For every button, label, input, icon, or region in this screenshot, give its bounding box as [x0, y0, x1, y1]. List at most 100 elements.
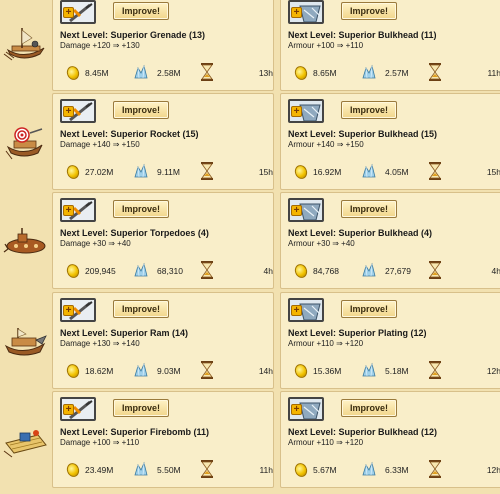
crystal-cost: 4.05M	[385, 167, 409, 177]
next-level-label: Next Level: Superior Ram (14)	[60, 328, 189, 338]
stat-change: Armour +100 ⇒ +110	[288, 41, 364, 50]
cost-bar: 23.49M 5.50M 11h	[53, 460, 275, 480]
ram-ship-icon	[0, 292, 50, 391]
stat-change: Armour +110 ⇒ +120	[288, 438, 364, 447]
weapon-upgrade-card: + Improve! Next Level: Superior Ram (14)…	[52, 292, 274, 389]
weapon-upgrade-icon: +	[60, 397, 96, 421]
hourglass-icon	[201, 361, 213, 379]
crystal-icon	[134, 64, 148, 79]
crystal-cost: 2.57M	[385, 68, 409, 78]
crystal-cost: 5.50M	[157, 465, 181, 475]
next-level-label: Next Level: Superior Torpedoes (4)	[60, 228, 209, 238]
improve-button[interactable]: Improve!	[341, 399, 397, 417]
cost-bar: 5.67M 6.33M 12h	[281, 460, 500, 480]
gold-coin-icon	[292, 362, 310, 380]
time-cost: 4h	[491, 266, 500, 276]
armour-upgrade-icon: +	[288, 99, 324, 123]
gold-coin-icon	[292, 461, 310, 479]
armour-upgrade-icon: +	[288, 0, 324, 24]
gold-coin-icon	[64, 262, 82, 280]
stat-change: Damage +30 ⇒ +40	[60, 239, 131, 248]
time-cost: 11h	[487, 68, 500, 78]
plus-icon: +	[63, 205, 74, 216]
ship-row: + Improve! Next Level: Superior Torpedoe…	[0, 192, 500, 291]
plus-icon: +	[291, 305, 302, 316]
gold-cost: 23.49M	[85, 465, 114, 475]
stat-change: Damage +140 ⇒ +150	[60, 140, 140, 149]
hourglass-icon	[429, 361, 441, 379]
plus-icon: +	[63, 404, 74, 415]
armour-upgrade-card: + Improve! Next Level: Superior Bulkhead…	[280, 0, 500, 91]
weapon-upgrade-icon: +	[60, 0, 96, 24]
cost-bar: 84,768 27,679 4h	[281, 261, 500, 281]
improve-button[interactable]: Improve!	[113, 2, 169, 20]
improve-button[interactable]: Improve!	[113, 300, 169, 318]
crystal-icon	[362, 362, 376, 377]
crystal-icon	[362, 262, 376, 277]
gold-cost: 18.62M	[85, 366, 114, 376]
stat-change: Damage +100 ⇒ +110	[60, 438, 140, 447]
crystal-cost: 68,310	[157, 266, 183, 276]
crystal-cost: 9.11M	[157, 167, 180, 177]
weapon-upgrade-card: + Improve! Next Level: Superior Rocket (…	[52, 93, 274, 190]
crystal-icon	[134, 461, 148, 476]
stat-change: Armour +30 ⇒ +40	[288, 239, 355, 248]
hourglass-icon	[201, 63, 213, 81]
plus-icon: +	[63, 106, 74, 117]
crystal-icon	[134, 262, 148, 277]
hourglass-icon	[429, 460, 441, 478]
gold-coin-icon	[64, 461, 82, 479]
cost-bar: 15.36M 5.18M 12h	[281, 361, 500, 381]
improve-button[interactable]: Improve!	[113, 200, 169, 218]
weapon-upgrade-icon: +	[60, 298, 96, 322]
next-level-label: Next Level: Superior Bulkhead (11)	[288, 30, 437, 40]
time-cost: 12h	[486, 465, 500, 475]
improve-button[interactable]: Improve!	[341, 300, 397, 318]
armour-upgrade-icon: +	[288, 397, 324, 421]
cost-bar: 16.92M 4.05M 15h	[281, 162, 500, 182]
gold-cost: 27.02M	[85, 167, 114, 177]
next-level-label: Next Level: Superior Rocket (15)	[60, 129, 199, 139]
armour-upgrade-card: + Improve! Next Level: Superior Bulkhead…	[280, 391, 500, 488]
firebomb-raft-icon	[0, 391, 50, 490]
plus-icon: +	[63, 305, 74, 316]
weapon-upgrade-card: + Improve! Next Level: Superior Torpedoe…	[52, 192, 274, 289]
gold-coin-icon	[64, 163, 82, 181]
next-level-label: Next Level: Superior Bulkhead (15)	[288, 129, 438, 139]
ship-row: + Improve! Next Level: Superior Firebomb…	[0, 391, 500, 490]
armour-upgrade-card: + Improve! Next Level: Superior Plating …	[280, 292, 500, 389]
improve-button[interactable]: Improve!	[341, 200, 397, 218]
gold-cost: 8.45M	[85, 68, 109, 78]
weapon-upgrade-card: + Improve! Next Level: Superior Grenade …	[52, 0, 274, 91]
time-cost: 13h	[258, 68, 273, 78]
improve-button[interactable]: Improve!	[113, 399, 169, 417]
plus-icon: +	[291, 404, 302, 415]
time-cost: 15h	[258, 167, 273, 177]
plus-icon: +	[291, 106, 302, 117]
ship-row: + Improve! Next Level: Superior Grenade …	[0, 0, 500, 93]
cost-bar: 18.62M 9.03M 14h	[53, 361, 275, 381]
time-cost: 14h	[258, 366, 273, 376]
gold-coin-icon	[292, 262, 310, 280]
gold-cost: 16.92M	[313, 167, 342, 177]
gold-cost: 84,768	[313, 266, 339, 276]
sailboat-grenade-ship-icon	[0, 0, 50, 93]
gold-coin-icon	[64, 362, 82, 380]
stat-change: Damage +130 ⇒ +140	[60, 339, 140, 348]
plus-icon: +	[63, 7, 74, 18]
time-cost: 15h	[486, 167, 500, 177]
cost-bar: 209,945 68,310 4h	[53, 261, 275, 281]
improve-button[interactable]: Improve!	[341, 2, 397, 20]
armour-upgrade-card: + Improve! Next Level: Superior Bulkhead…	[280, 192, 500, 289]
gold-coin-icon	[64, 64, 82, 82]
improve-button[interactable]: Improve!	[341, 101, 397, 119]
gold-coin-icon	[292, 64, 310, 82]
hourglass-icon	[429, 63, 441, 81]
stat-change: Damage +120 ⇒ +130	[60, 41, 140, 50]
ship-row: + Improve! Next Level: Superior Ram (14)…	[0, 292, 500, 391]
improve-button[interactable]: Improve!	[113, 101, 169, 119]
time-cost: 11h	[259, 465, 273, 475]
crystal-cost: 5.18M	[385, 366, 409, 376]
weapon-upgrade-icon: +	[60, 198, 96, 222]
next-level-label: Next Level: Superior Bulkhead (12)	[288, 427, 438, 437]
